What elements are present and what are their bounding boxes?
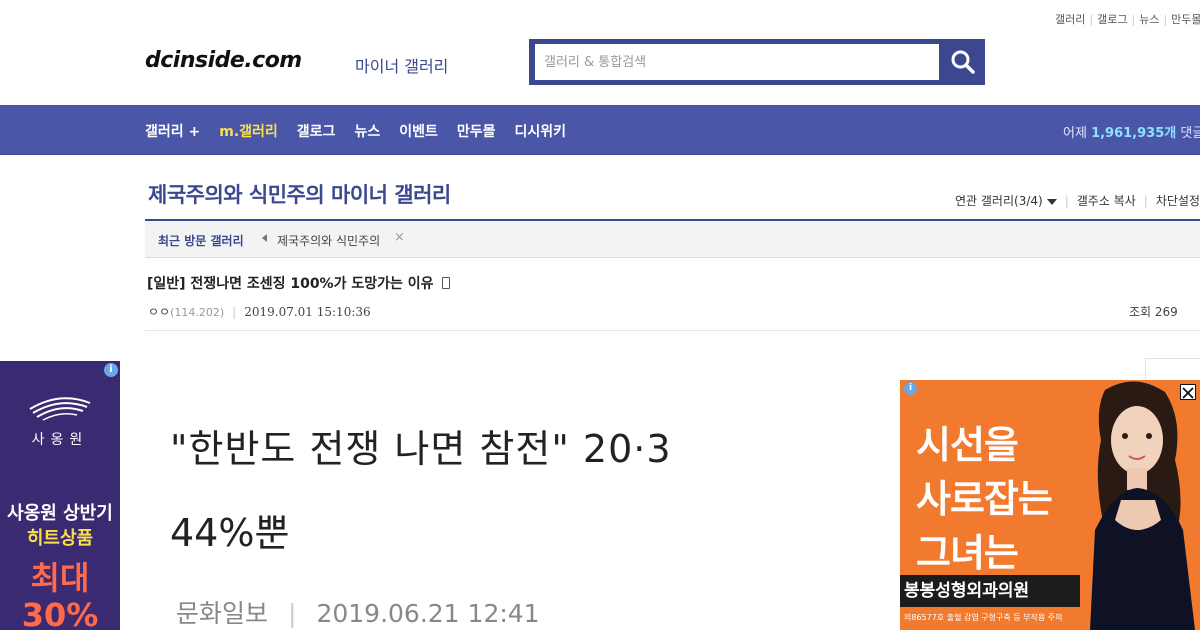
caret-down-icon xyxy=(1046,198,1057,205)
gallery-title[interactable]: 제국주의와 식민주의 마이너 갤러리 xyxy=(148,179,451,209)
ad-info-icon[interactable]: i xyxy=(904,382,917,395)
page: 갤러리 | 갤로그 | 뉴스 | 만두몰 dcinside.com 마이너 갤러리 갤러리 … xyxy=(0,0,1200,630)
recent-visit-item[interactable]: 제국주의와 식민주의 xyxy=(277,232,380,249)
search-box xyxy=(529,39,985,85)
util-links: 갤러리 | 갤로그 | 뉴스 | 만두몰 xyxy=(1055,13,1200,26)
util-link-news[interactable]: 뉴스 xyxy=(1139,13,1159,26)
ad-headline: 그녀는 xyxy=(916,531,1019,575)
recent-visits-bar: 최근 방문 갤러리 제국주의와 식민주의 × xyxy=(145,221,1200,258)
post-title-text: [일반] 전쟁나면 조센징 100%가 도망가는 이유 xyxy=(147,276,434,292)
search-input[interactable] xyxy=(535,44,939,80)
nav-item-gallog[interactable]: 갤로그 xyxy=(297,121,336,141)
util-link-gallery[interactable]: 갤러리 xyxy=(1055,13,1085,26)
stats-suffix: 댓글 xyxy=(1180,126,1200,141)
search-icon xyxy=(951,50,975,74)
ad-line: 히트상품 xyxy=(26,528,94,549)
util-link-gallog[interactable]: 갤로그 xyxy=(1097,13,1127,26)
ad-info-icon[interactable]: i xyxy=(104,363,118,377)
related-gallery-dropdown[interactable]: 연관 갤러리(3/4) xyxy=(955,194,1057,208)
close-icon[interactable]: × xyxy=(394,230,405,245)
ad-clinic-name: 봉봉성형외과의원 xyxy=(900,575,1080,607)
stats-count: 1,961,935개 xyxy=(1091,126,1177,141)
article-meta: 문화일보 | 2019.06.21 12:41 xyxy=(176,599,540,628)
right-ad-banner[interactable]: i 시선을 사로잡는 그녀는 봉봉성형외과의원 의86577호 출혈 감염 구형… xyxy=(900,380,1200,630)
logo-subtitle[interactable]: 마이너 갤러리 xyxy=(355,53,448,77)
ad-line: 30% xyxy=(21,596,99,630)
post-title: [일반] 전쟁나면 조센징 100%가 도망가는 이유 xyxy=(147,273,450,293)
ad-line: 사옹원 상반기 xyxy=(7,503,113,524)
brand-logo-icon xyxy=(29,397,91,421)
block-settings-button[interactable]: 차단설정 xyxy=(1156,194,1200,208)
stats-prefix: 어제 xyxy=(1063,126,1087,141)
divider xyxy=(145,330,1200,331)
post-author[interactable]: ㅇㅇ xyxy=(148,305,170,319)
article-source: 문화일보 xyxy=(176,599,269,628)
close-ad-button[interactable] xyxy=(1180,384,1196,400)
post-ip: (114.202) xyxy=(170,306,225,319)
arrow-left-icon[interactable] xyxy=(262,234,267,242)
article-date: 2019.06.21 12:41 xyxy=(316,599,540,628)
ad-disclaimer: 의86577호 출혈 감염 구형구축 등 부작용 주의 xyxy=(904,613,1063,622)
main-nav: 갤러리 + m.갤러리 갤로그 뉴스 이벤트 만두몰 디시위키 어제 1,961… xyxy=(0,105,1200,155)
ad-headline: 시선을 xyxy=(916,423,1019,467)
post-views: 조회 269 xyxy=(1129,305,1178,319)
article-headline-line2: 44%뿐 xyxy=(170,511,290,555)
nav-item-wiki[interactable]: 디시위키 xyxy=(514,121,566,141)
nav-item-mall[interactable]: 만두몰 xyxy=(457,121,496,141)
close-icon xyxy=(1182,387,1194,399)
mobile-icon xyxy=(441,277,450,289)
nav-item-minor-gallery[interactable]: m.갤러리 xyxy=(219,121,278,141)
model-photo xyxy=(1065,380,1200,630)
article-headline-line1: "한반도 전쟁 나면 참전" 20·3 xyxy=(170,427,672,471)
util-link-mall[interactable]: 만두몰 xyxy=(1171,13,1200,26)
copy-address-button[interactable]: 갤주소 복사 xyxy=(1077,194,1136,208)
ad-line: 최대 xyxy=(30,559,90,597)
nav-item-gallery[interactable]: 갤러리 + xyxy=(145,121,200,141)
ad-brand-name: 사옹원 xyxy=(31,432,89,448)
related-gallery-label: 연관 갤러리(3/4) xyxy=(955,194,1043,208)
post-date: 2019.07.01 15:10:36 xyxy=(244,305,371,319)
ad-headline: 사로잡는 xyxy=(916,477,1053,521)
nav-item-event[interactable]: 이벤트 xyxy=(399,121,438,141)
stats-ticker: 어제 1,961,935개 댓글 xyxy=(1063,122,1200,141)
left-ad-banner[interactable]: i 사옹원 사옹원 상반기 히트상품 최대 30% xyxy=(0,361,120,630)
post-info: ㅇㅇ(114.202) | 2019.07.01 15:10:36 xyxy=(148,305,371,319)
recent-visits-label: 최근 방문 갤러리 xyxy=(158,234,244,248)
gallery-tools: 연관 갤러리(3/4) | 갤주소 복사 | 차단설정 xyxy=(955,194,1200,208)
search-button[interactable] xyxy=(941,44,985,80)
nav-item-news[interactable]: 뉴스 xyxy=(354,121,380,141)
site-logo[interactable]: dcinside.com xyxy=(145,48,302,73)
